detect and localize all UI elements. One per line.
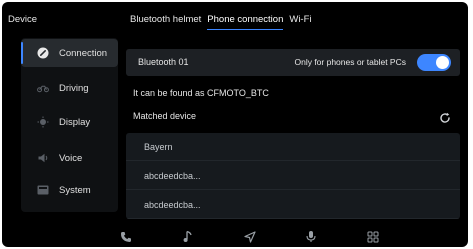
bluetooth-note: Only for phones or tablet PCs [294, 57, 406, 67]
sun-icon [37, 116, 49, 128]
navigation-icon[interactable] [243, 230, 256, 243]
bottom-dock [2, 225, 468, 247]
speaker-icon [37, 152, 49, 164]
tab-bar: Bluetooth helmet Phone connection Wi-Fi [130, 14, 318, 30]
device-item[interactable]: abcdeedcba... [126, 191, 460, 219]
sidebar-item-connection[interactable]: Connection [21, 39, 118, 67]
sidebar-item-system[interactable]: System [21, 176, 118, 204]
sidebar-item-label: System [59, 184, 91, 196]
sidebar-item-driving[interactable]: Driving [21, 74, 118, 102]
device-item-bayern[interactable]: Bayern [126, 133, 460, 161]
sidebar-item-voice[interactable]: Voice [21, 144, 118, 172]
music-icon[interactable] [181, 230, 194, 243]
screen: Device Bluetooth helmet Phone connection… [2, 2, 468, 247]
matched-device-list: Bayern abcdeedcba... abcdeedcba... [126, 133, 460, 219]
refresh-icon[interactable] [439, 111, 451, 123]
page-title: Device [8, 14, 38, 25]
motorcycle-icon [37, 82, 49, 94]
toggle-knob [436, 56, 449, 69]
sidebar-item-label: Driving [59, 82, 89, 94]
link-icon [37, 47, 49, 59]
phone-icon[interactable] [119, 230, 132, 243]
tab-phone-connection[interactable]: Phone connection [207, 14, 284, 30]
sidebar-item-label: Display [59, 116, 91, 128]
sidebar-item-display[interactable]: Display [21, 108, 118, 136]
bluetooth-row: Bluetooth 01 Only for phones or tablet P… [126, 49, 460, 76]
discoverable-text: It can be found as CFMOTO_BTC [133, 88, 269, 98]
tab-wifi[interactable]: Wi-Fi [289, 14, 317, 30]
sidebar: Connection Driving Display Voice System [21, 38, 118, 212]
matched-device-title: Matched device [133, 111, 197, 121]
grid-icon[interactable] [366, 230, 379, 243]
sidebar-item-label: Voice [59, 152, 83, 164]
tab-bluetooth-helmet[interactable]: Bluetooth helmet [130, 14, 207, 30]
microphone-icon[interactable] [304, 230, 317, 243]
bluetooth-name: Bluetooth 01 [138, 57, 189, 67]
system-icon [37, 184, 49, 196]
sidebar-item-label: Connection [59, 47, 108, 59]
bluetooth-toggle[interactable] [417, 54, 451, 71]
device-item[interactable]: abcdeedcba... [126, 162, 460, 190]
